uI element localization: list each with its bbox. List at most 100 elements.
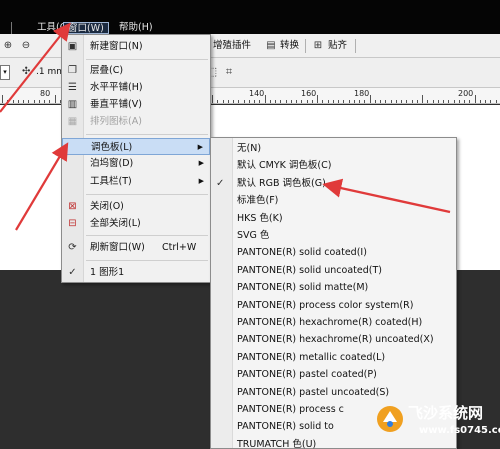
ruler-tick [374, 100, 376, 103]
cascade-icon: ❐ [68, 65, 77, 76]
ruler-tick [364, 100, 366, 103]
menu-separator [86, 235, 208, 236]
menu-separator [86, 134, 208, 135]
ruler-tick [369, 95, 371, 103]
menu-item-cascade[interactable]: ❐ 层叠(C) [62, 62, 210, 79]
window-menu-dropdown: ▣ 新建窗口(N) ❐ 层叠(C) ☰ 水平平铺(H) ▥ 垂直平铺(V) ▦ … [61, 34, 211, 283]
ruler-tick [264, 95, 266, 103]
nudge-icon: ✣ [22, 66, 31, 77]
ruler-tick [311, 100, 313, 103]
menu-separator [86, 194, 208, 195]
palette-menu-item-label: PANTONE(R) process color system(R) [237, 299, 414, 311]
ruler-tick [243, 100, 245, 103]
arrange-icons-icon: ▦ [67, 116, 78, 127]
palette-menu-item-label: 默认 RGB 调色板(G) [237, 177, 326, 189]
ruler-tick [54, 95, 56, 103]
snap-button[interactable]: 贴齐 [328, 39, 347, 53]
menu-item-toolbars[interactable]: 工具栏(T) ▶ [62, 173, 210, 190]
palette-menu-item-label: PANTONE(R) process c [237, 404, 344, 415]
palette-menu-item-label: PANTONE(R) hexachrome(R) uncoated(X) [237, 334, 434, 346]
palette-menu-item[interactable]: PANTONE(R) hexachrome(R) uncoated(X) [211, 331, 456, 349]
palette-menu-item[interactable]: HKS 色(K) [211, 210, 456, 228]
tile-vertical-icon: ▥ [67, 99, 78, 110]
menu-item-tile-horizontal[interactable]: ☰ 水平平铺(H) [62, 79, 210, 96]
menu-item-close[interactable]: ⊠ 关闭(O) [62, 198, 210, 215]
menu-item-dockers[interactable]: 泊坞窗(D) ▶ [62, 155, 210, 172]
unit-dropdown[interactable]: ▾ [0, 65, 10, 80]
ruler-tick [33, 100, 35, 103]
watermark-url: www.fs0745.com [419, 425, 500, 436]
checkmark-icon: ✓ [68, 267, 77, 278]
palette-menu-item[interactable]: PANTONE(R) hexachrome(R) coated(H) [211, 314, 456, 332]
convert-icon[interactable]: ▤ [263, 38, 279, 54]
palette-menu-item[interactable]: PANTONE(R) solid uncoated(T) [211, 262, 456, 280]
submenu-arrow-icon: ▶ [198, 177, 204, 185]
palette-menu-item[interactable]: PANTONE(R) solid matte(M) [211, 279, 456, 297]
ruler-tick [453, 100, 455, 103]
palette-menu-item[interactable]: 默认 CMYK 调色板(C) [211, 157, 456, 175]
menu-item-color-palette[interactable]: 调色板(L) ▶ [62, 138, 210, 155]
palette-menu-item[interactable]: 标准色(F) [211, 192, 456, 210]
zoom-out-icon[interactable]: ⊖ [18, 38, 34, 54]
palette-menu-item[interactable]: SVG 色 [211, 227, 456, 245]
ruler-tick [427, 100, 429, 103]
ruler-tick [411, 100, 413, 103]
ruler-tick [322, 100, 324, 103]
palette-menu-item-label: PANTONE(R) solid uncoated(T) [237, 264, 382, 276]
palette-menu-item-label: PANTONE(R) solid to [237, 421, 334, 433]
palette-menu-item[interactable]: PANTONE(R) metallic coated(L) [211, 349, 456, 367]
zoom-in-icon[interactable]: ⊕ [0, 38, 16, 54]
menu-help[interactable]: 帮助(H) [115, 22, 157, 34]
menu-item-close-all[interactable]: ⊟ 全部关闭(L) [62, 215, 210, 232]
palette-menu-item[interactable]: PANTONE(R) pastel coated(P) [211, 366, 456, 384]
palette-menu-item-label: PANTONE(R) pastel coated(P) [237, 369, 377, 381]
ruler-label: 80 [40, 89, 51, 98]
menu-item-refresh-window[interactable]: ⟳ 刷新窗口(W) Ctrl+W [62, 239, 210, 256]
menu-item-arrange-icons: ▦ 排列图标(A) [67, 116, 142, 127]
ruler-tick [348, 100, 350, 103]
ruler-tick [275, 100, 276, 103]
shortcut-label: Ctrl+W [162, 242, 197, 253]
menu-window[interactable]: 窗口(W) [63, 22, 109, 34]
palette-menu-item-label: PANTONE(R) solid matte(M) [237, 282, 369, 294]
checkmark-icon: ✓ [216, 177, 225, 189]
convert-button[interactable]: 转换 [280, 39, 299, 53]
ruler-tick [280, 100, 282, 103]
ruler-tick [327, 100, 329, 103]
palette-menu-item-label: PANTONE(R) solid coated(I) [237, 247, 367, 259]
menu-previous[interactable] [0, 22, 12, 34]
ruler-tick [359, 100, 360, 103]
ruler-tick [28, 100, 30, 103]
menu-separator [86, 260, 208, 261]
menu-item-new-window[interactable]: ▣ 新建窗口(N) [62, 38, 210, 55]
palette-menu-item[interactable]: PANTONE(R) process color system(R) [211, 297, 456, 315]
ruler-tick [343, 100, 345, 103]
snap-icon[interactable]: ⊞ [310, 38, 326, 54]
ruler-tick [458, 100, 460, 103]
submenu-arrow-icon: ▶ [198, 159, 204, 167]
ruler-tick [422, 95, 423, 103]
ruler-tick [495, 100, 497, 103]
ruler-tick [259, 100, 261, 103]
ruler-tick [49, 100, 51, 103]
ruler-label: 180 [354, 89, 370, 98]
palette-menu-item[interactable]: PANTONE(R) solid coated(I) [211, 244, 456, 262]
ruler-tick [448, 100, 450, 103]
ruler-tick [416, 100, 418, 103]
palette-menu-item-label: PANTONE(R) metallic coated(L) [237, 351, 386, 363]
enhance-plugin-button[interactable]: 增殖插件 [213, 39, 251, 53]
ruler-tick [212, 95, 213, 103]
toolbar-divider [305, 39, 306, 53]
menu-item-tile-vertical[interactable]: ▥ 垂直平铺(V) [62, 96, 210, 113]
ruler-tick [285, 100, 287, 103]
palette-menu-item[interactable]: ✓ 默认 RGB 调色板(G) [211, 175, 456, 193]
ruler-tick [227, 100, 229, 103]
ruler-tick [38, 100, 40, 103]
menu-item-document-1[interactable]: ✓ 1 图形1 [62, 264, 210, 281]
ruler-tick [474, 95, 476, 103]
ruler-tick [479, 100, 481, 103]
dynamic-guides-icon[interactable]: ⌗ [222, 65, 236, 79]
palette-menu-item[interactable]: 无(N) [211, 140, 456, 158]
palette-menu-item-label: SVG 色 [237, 230, 270, 241]
ruler-tick [233, 100, 234, 103]
